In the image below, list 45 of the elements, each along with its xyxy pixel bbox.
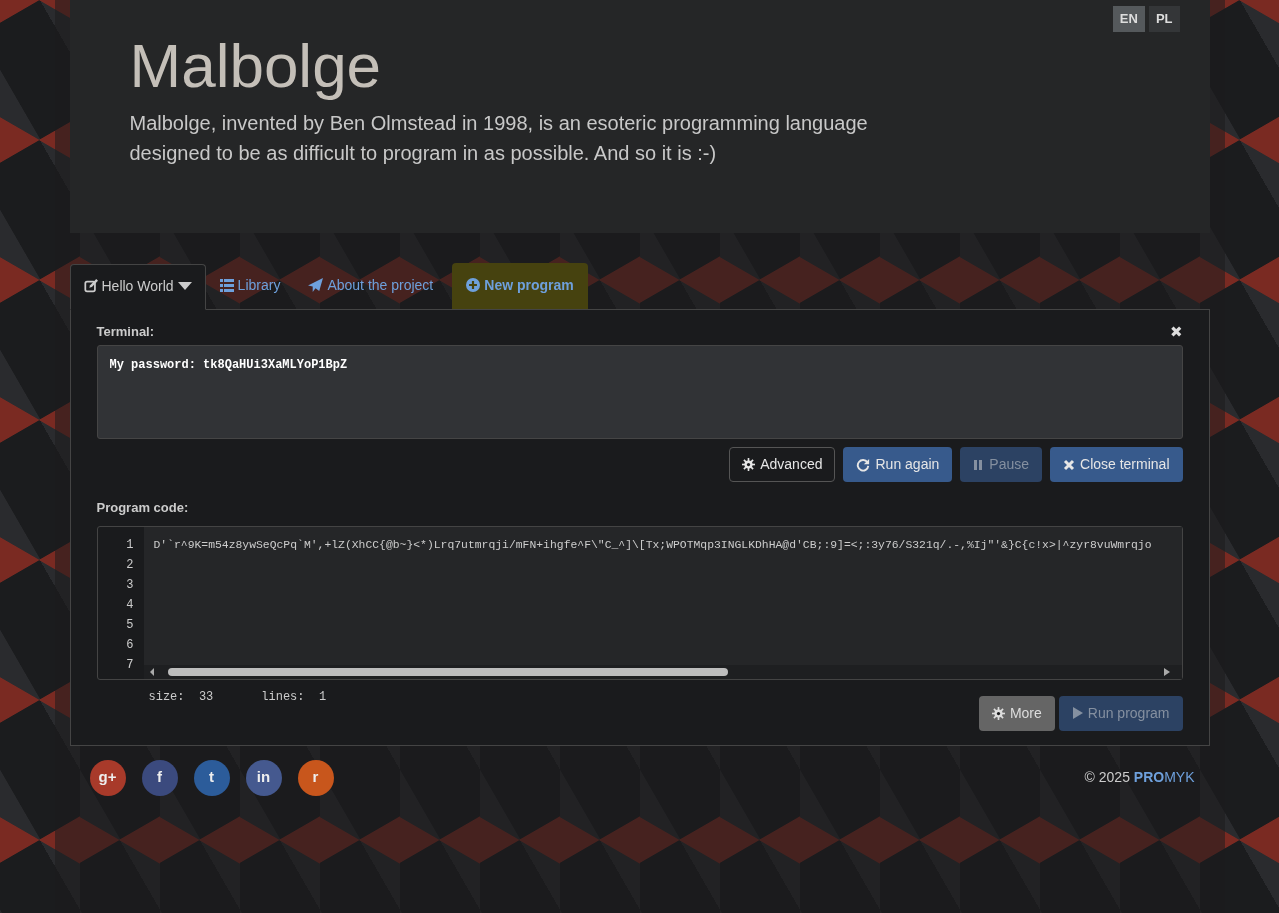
edit-icon [83,279,98,294]
terminal-output: My password: tk8QaHUi3XaMLYoP1BpZ [96,345,1183,440]
button[interactable]: Run again [843,447,953,483]
list-icon [219,278,234,292]
button[interactable]: More [978,695,1055,731]
terminal-label: Terminal: [96,322,155,341]
code-label: Program code: [96,499,190,518]
close-icon[interactable]: ✖ [1169,323,1183,339]
tab[interactable]: Library [205,262,295,309]
gear-icon [991,706,1005,720]
tab[interactable]: About the project [294,262,448,309]
line-number: 4 [125,596,134,614]
close-icon [1063,458,1075,471]
play-icon [1071,707,1083,720]
stat-text: size: 33 [148,688,214,706]
plus-circle-icon [466,278,481,293]
line-number: 1 [125,536,134,554]
stat-text: lines: 1 [261,688,327,706]
gear-icon [742,458,756,472]
tab[interactable]: Hello World [69,263,206,310]
social-button[interactable]: g+ [89,759,126,796]
line-number: 7 [125,656,134,674]
horizontal-scrollbar[interactable] [143,664,1182,679]
page-title: Malbolge [129,31,383,100]
code-line: D'`r^9K=m54z8ywSeQcPq`M',+lZ(XhCC{@b~}<*)Lrq7utmrqji/mFN+ihgfe^F\"C_^]\[Tx;WPOTMqp3INGLKDhHA@d'CB;:9]=<;:3y76/S321q/.-,%Ij"'&}C{c!x>|^zyr8vuWmrqjo [153,537,1153,553]
line-number: 5 [125,616,134,634]
paper-plane-icon [308,278,324,293]
description: Malbolge, invented by Ben Olmstead in 1998, is an esoteric programming language designed to be as difficult to program in as possible. And so it is :-) [129,110,869,166]
social-button[interactable]: r [297,759,334,796]
social-button[interactable]: t [193,759,230,796]
line-number: 3 [125,576,134,594]
social-button[interactable]: f [141,759,178,796]
language-button[interactable]: EN [1112,6,1145,32]
button[interactable]: Close terminal [1050,447,1183,483]
tab[interactable]: New program [452,262,588,309]
caret-icon [177,282,192,291]
copyright: © 2025 PROMYK [1084,768,1195,788]
language-button[interactable]: PL [1148,6,1180,32]
pause-icon [973,458,985,471]
button[interactable]: Advanced [729,447,836,483]
code-editor[interactable]: 1 2 3 4 5 6 7 D'`r^9K=m54z8ywSeQcPq`M',+lZ(XhCC{@b~}<*)Lrq7utmrqji/mFN+ihgfe^F\"C_^]\[Tx;WPOTMqp3INGLKDhHA@d'CB;:9]=<;:3y76/S321q/.-,%Ij"'&}C{c!x>|^zyr8vuWmrqjo [96,525,1183,680]
line-number: 2 [125,556,134,574]
refresh-icon [856,457,871,472]
line-number: 6 [125,636,134,654]
social-button[interactable]: in [245,759,282,796]
